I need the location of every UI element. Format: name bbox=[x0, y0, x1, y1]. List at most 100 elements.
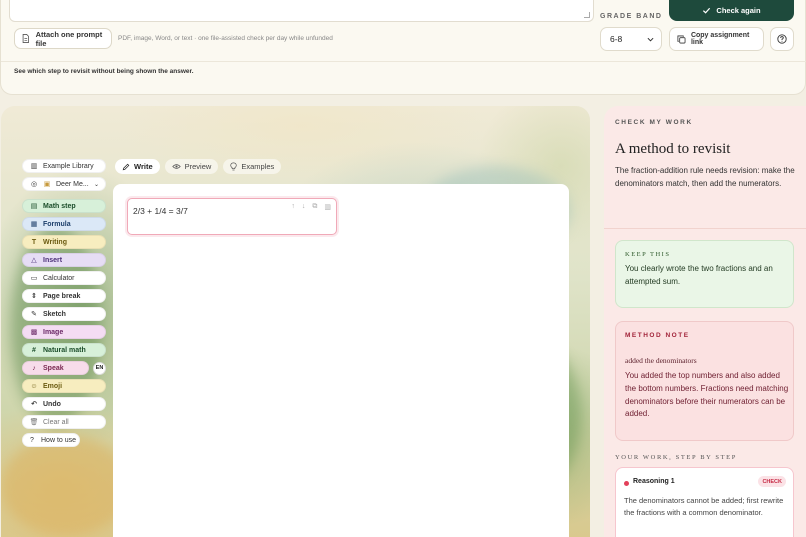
math-step-card[interactable]: 2/3 + 1/4 = 3/7 ↑ ↓ ⧉ ▥ bbox=[127, 198, 337, 235]
palette-icon: ◎ bbox=[30, 181, 38, 188]
eye-icon bbox=[171, 164, 181, 169]
tool-math-step[interactable]: ▤ Math step bbox=[22, 199, 106, 213]
delete-icon[interactable]: ▥ bbox=[324, 203, 331, 211]
tool-label: Clear all bbox=[43, 418, 69, 426]
tool-natural-math[interactable]: # Natural math bbox=[22, 343, 106, 357]
microphone-icon: ♪ bbox=[32, 364, 36, 372]
file-icon bbox=[22, 34, 29, 43]
books-icon: ▥ bbox=[30, 163, 38, 170]
method-label: METHOD NOTE bbox=[625, 332, 690, 339]
hash-icon: # bbox=[32, 346, 36, 354]
math-step-icon: ▤ bbox=[30, 203, 38, 210]
chevron-down-icon: ⌄ bbox=[93, 181, 99, 188]
shapes-icon: △ bbox=[31, 257, 37, 264]
check-my-work-panel: CHECK MY WORK A method to revisit The fr… bbox=[604, 106, 806, 537]
card-actions: ↑ ↓ ⧉ ▥ bbox=[291, 203, 331, 211]
undo-icon: ↶ bbox=[31, 401, 37, 408]
deer-theme-icon: ▣ bbox=[43, 181, 51, 188]
theme-label: Deer Me... bbox=[56, 180, 89, 188]
step-text: The denominators cannot be added; first … bbox=[624, 496, 784, 517]
tab-label: Write bbox=[134, 162, 153, 171]
theme-select[interactable]: ◎ ▣ Deer Me... ⌄ bbox=[22, 177, 106, 191]
tool-label: Undo bbox=[43, 400, 61, 408]
attach-hint: PDF, image, Word, or text · one file-ass… bbox=[118, 35, 333, 42]
tool-label: Calculator bbox=[43, 274, 75, 282]
sketch-icon: ✎ bbox=[31, 311, 37, 318]
page-break-icon: ⇕ bbox=[31, 293, 37, 300]
tool-clear-all[interactable]: 🗑 Clear all bbox=[22, 415, 106, 429]
tool-calculator[interactable]: ▭ Calculator bbox=[22, 271, 106, 285]
pencil-icon bbox=[122, 163, 130, 170]
tool-page-break[interactable]: ⇕ Page break bbox=[22, 289, 106, 303]
tool-label: Sketch bbox=[43, 310, 66, 318]
tool-speak[interactable]: ♪ Speak bbox=[22, 361, 89, 375]
tool-label: Writing bbox=[43, 238, 67, 246]
tool-writing[interactable]: T Writing bbox=[22, 235, 106, 249]
tool-label: Natural math bbox=[43, 346, 86, 354]
panel-description: The fraction-addition rule needs revisio… bbox=[615, 166, 795, 188]
move-down-icon[interactable]: ↓ bbox=[302, 203, 306, 211]
workspace-canvas: Write Preview Examples ▥ Example Library… bbox=[1, 106, 590, 537]
step-title: Reasoning 1 bbox=[633, 478, 675, 485]
tab-label: Preview bbox=[184, 162, 212, 171]
assignment-panel: GRADE BAND Check again Attach one prompt… bbox=[0, 0, 806, 95]
example-library-label: Example Library bbox=[43, 162, 94, 170]
revisit-note: See which step to revisit without being … bbox=[14, 68, 194, 75]
method-subtitle: added the denominators bbox=[625, 356, 697, 365]
tab-label: Examples bbox=[241, 162, 275, 171]
resize-handle-icon[interactable] bbox=[584, 12, 590, 18]
math-expression[interactable]: 2/3 + 1/4 = 3/7 bbox=[133, 206, 188, 216]
tab-preview[interactable]: Preview bbox=[164, 159, 219, 174]
tool-label: Emoji bbox=[43, 382, 63, 390]
tool-label: Page break bbox=[43, 292, 81, 300]
step-card[interactable]: Reasoning 1 CHECK The denominators canno… bbox=[615, 467, 794, 537]
tool-sketch[interactable]: ✎ Sketch bbox=[22, 307, 106, 321]
check-again-label: Check again bbox=[716, 6, 761, 15]
smiley-icon: ☺ bbox=[30, 382, 38, 390]
grade-band-label: GRADE BAND bbox=[600, 13, 663, 20]
how-to-use-button[interactable]: ? How to use bbox=[22, 433, 80, 447]
watercolor-meadow bbox=[1, 436, 131, 536]
help-icon bbox=[777, 34, 787, 44]
tool-insert[interactable]: △ Insert bbox=[22, 253, 106, 267]
grade-band-select[interactable]: 6-8 bbox=[600, 27, 662, 51]
tool-label: How to use bbox=[41, 436, 77, 444]
panel-title: A method to revisit bbox=[615, 141, 731, 157]
method-note-card: METHOD NOTE added the denominators You a… bbox=[615, 321, 794, 441]
tool-sidebar: ▥ Example Library ◎ ▣ Deer Me... ⌄ ▤ Math… bbox=[22, 159, 106, 451]
tool-label: Insert bbox=[43, 256, 63, 264]
move-up-icon[interactable]: ↑ bbox=[291, 203, 295, 211]
attach-file-button[interactable]: Attach one prompt file bbox=[14, 28, 112, 49]
copy-assignment-link-button[interactable]: Copy assignment link bbox=[669, 27, 764, 51]
steps-label: YOUR WORK, STEP BY STEP bbox=[615, 454, 737, 461]
method-text: You added the top numbers and also added… bbox=[625, 371, 789, 419]
speak-row: ♪ Speak EN bbox=[22, 361, 106, 379]
check-again-button[interactable]: Check again bbox=[669, 0, 794, 21]
chevron-down-icon bbox=[647, 37, 654, 42]
tool-undo[interactable]: ↶ Undo bbox=[22, 397, 106, 411]
help-icon: ? bbox=[30, 436, 34, 444]
tool-label: Image bbox=[43, 328, 64, 336]
language-toggle[interactable]: EN bbox=[93, 361, 106, 375]
tool-label: Math step bbox=[43, 202, 76, 210]
help-button[interactable] bbox=[770, 27, 794, 51]
formula-icon: ▦ bbox=[30, 221, 38, 228]
status-dot bbox=[624, 481, 629, 486]
tool-label: Speak bbox=[43, 364, 64, 372]
tool-image[interactable]: ▩ Image bbox=[22, 325, 106, 339]
tool-emoji[interactable]: ☺ Emoji bbox=[22, 379, 106, 393]
check-icon bbox=[703, 7, 711, 14]
tab-examples[interactable]: Examples bbox=[223, 159, 282, 174]
tool-label: Formula bbox=[43, 220, 71, 228]
editor-area[interactable]: 2/3 + 1/4 = 3/7 ↑ ↓ ⧉ ▥ bbox=[113, 184, 569, 537]
image-icon: ▩ bbox=[30, 329, 38, 336]
duplicate-icon[interactable]: ⧉ bbox=[312, 203, 317, 211]
tool-formula[interactable]: ▦ Formula bbox=[22, 217, 106, 231]
attach-label: Attach one prompt file bbox=[35, 29, 103, 48]
tab-write[interactable]: Write bbox=[115, 159, 160, 174]
divider bbox=[604, 228, 806, 229]
editor-tabs: Write Preview Examples bbox=[115, 159, 282, 174]
keep-this-card: KEEP THIS You clearly wrote the two frac… bbox=[615, 240, 794, 308]
prompt-textarea[interactable] bbox=[9, 0, 594, 22]
example-library-button[interactable]: ▥ Example Library bbox=[22, 159, 106, 173]
